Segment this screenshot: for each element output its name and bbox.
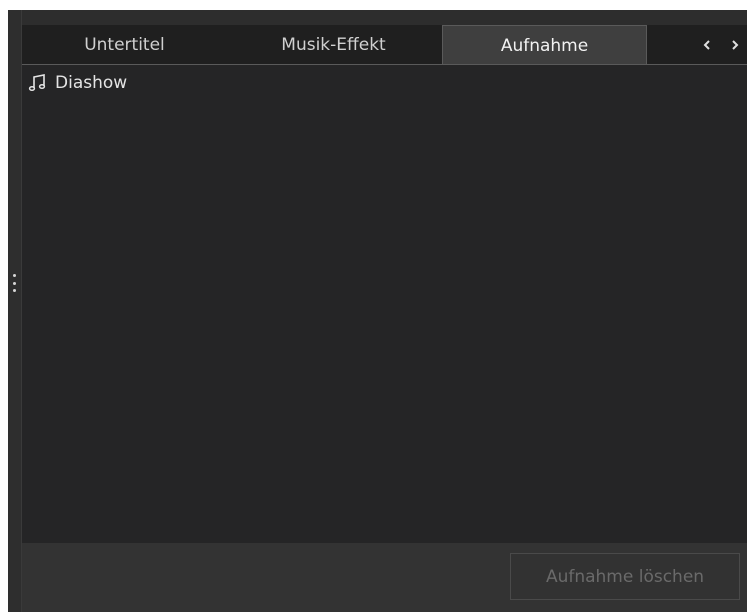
tab-aufnahme[interactable]: Aufnahme: [442, 25, 647, 65]
music-note-icon: [26, 72, 48, 94]
tab-bar: Untertitel Musik-Effekt Aufnahme: [22, 25, 747, 65]
tab-scroll-left-button[interactable]: [697, 35, 717, 55]
chevron-right-icon: [732, 40, 739, 50]
tab-label: Musik-Effekt: [281, 35, 386, 55]
panel-splitter[interactable]: [8, 10, 22, 612]
tab-untertitel[interactable]: Untertitel: [22, 25, 227, 65]
chevron-left-icon: [703, 40, 710, 50]
tab-scroll-right-button[interactable]: [725, 35, 745, 55]
delete-recording-label: Aufnahme löschen: [545, 566, 705, 587]
tab-label: Aufnahme: [500, 35, 589, 56]
delete-recording-button[interactable]: Aufnahme löschen: [510, 553, 740, 600]
list-item-diashow[interactable]: Diashow: [26, 71, 127, 95]
window-frame: Untertitel Musik-Effekt Aufnahme Diashow…: [0, 0, 747, 612]
grip-dot: [12, 289, 16, 292]
tab-musik-effekt[interactable]: Musik-Effekt: [227, 25, 440, 65]
recording-list: Diashow: [22, 65, 747, 543]
tab-label: Untertitel: [84, 35, 165, 55]
panel-footer: Aufnahme löschen: [22, 543, 747, 612]
list-item-label: Diashow: [55, 73, 128, 93]
grip-dot: [12, 274, 16, 277]
grip-dot: [12, 281, 16, 285]
audio-panel: Untertitel Musik-Effekt Aufnahme Diashow…: [8, 10, 747, 612]
splitter-grip-icon[interactable]: [12, 274, 16, 292]
